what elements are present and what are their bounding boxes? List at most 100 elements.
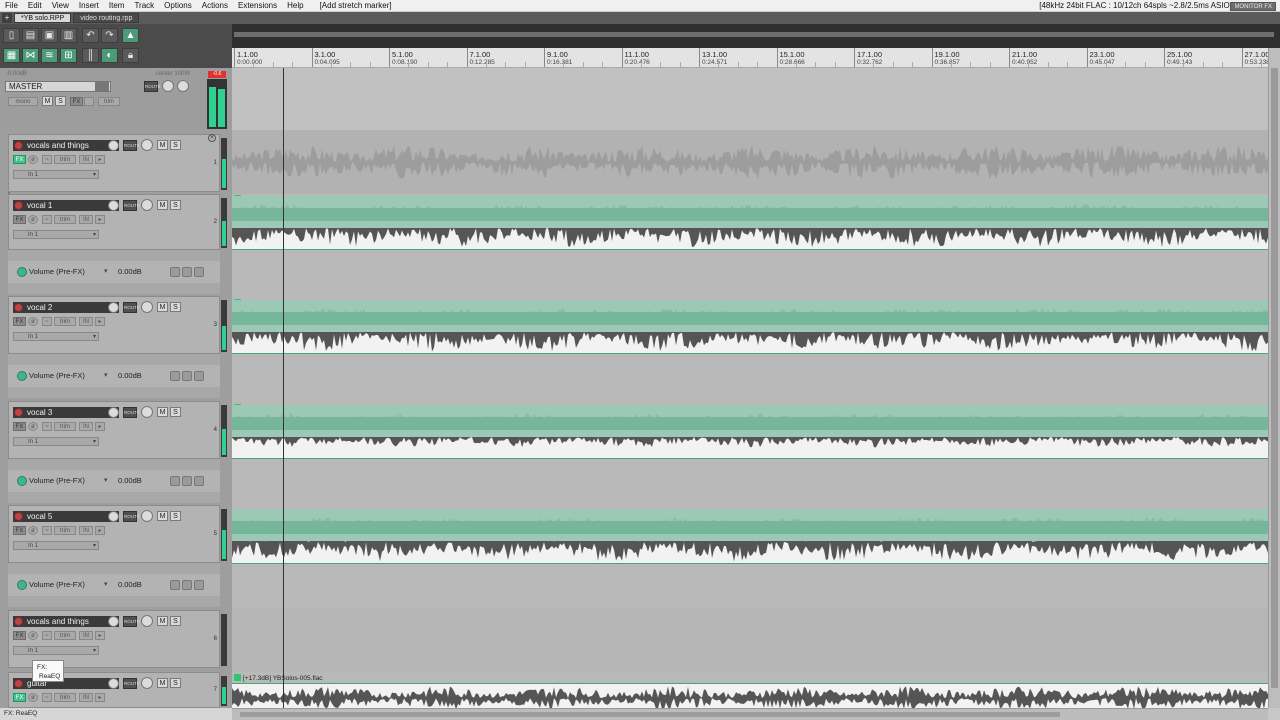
mute-button[interactable]: M (157, 407, 168, 417)
item-header[interactable]: [+17.3dB] YBSolos-005.flac (234, 674, 323, 683)
track-panel[interactable]: vocal 1 ROUTE M S FX ø trim ~ IN ▸ In 1 ▾ 2 (8, 194, 220, 250)
vertical-scrollbar[interactable] (1268, 48, 1280, 708)
pan-knob[interactable] (141, 615, 153, 627)
envelope-arm-icon[interactable] (170, 267, 180, 277)
automation-icon[interactable]: ~ (42, 422, 52, 431)
envelope-bypass-icon[interactable] (182, 476, 192, 486)
monitor-arrow-icon[interactable]: ▸ (95, 215, 105, 224)
menu-help[interactable]: Help (282, 0, 308, 12)
route-button[interactable]: ROUTE (123, 140, 140, 151)
menu-track[interactable]: Track (129, 0, 159, 12)
phase-icon[interactable]: ø (28, 317, 38, 326)
input-monitor-button[interactable]: IN (79, 155, 93, 164)
record-arm-button[interactable] (14, 617, 23, 626)
volume-knob[interactable] (108, 140, 119, 151)
record-arm-button[interactable] (14, 408, 23, 417)
record-arm-button[interactable] (14, 201, 23, 210)
solo-button[interactable]: S (170, 140, 181, 150)
solo-button[interactable]: S (170, 407, 181, 417)
arrange-view[interactable]: 1.00x[+29.0dB] YBSolos-001.flac1.00x[+31… (232, 68, 1268, 708)
envelope-icon[interactable] (17, 476, 27, 486)
menu-item[interactable]: Item (104, 0, 130, 12)
volume-knob[interactable] (108, 200, 119, 211)
record-arm-button[interactable] (14, 679, 23, 688)
envelope-lane-panel[interactable]: Volume (Pre-FX) ▾ 0.00dB (8, 459, 220, 503)
route-button[interactable]: ROUTE (123, 200, 140, 211)
envelope-icon[interactable] (17, 267, 27, 277)
metronome-icon[interactable]: ▲ (122, 28, 139, 43)
chevron-down-icon[interactable]: ▾ (104, 580, 108, 590)
automation-icon[interactable]: ~ (42, 631, 52, 640)
phase-icon[interactable]: ø (28, 693, 38, 702)
solo-button[interactable]: S (170, 616, 181, 626)
envelope-bypass-icon[interactable] (182, 580, 192, 590)
envelope-bypass-icon[interactable] (182, 267, 192, 277)
mute-button[interactable]: M (157, 678, 168, 688)
master-fx-bypass[interactable] (84, 97, 94, 106)
envelope-arm-icon[interactable] (170, 371, 180, 381)
envelope-hide-icon[interactable] (194, 371, 204, 381)
trim-button[interactable]: trim (54, 526, 76, 535)
master-volume-knob[interactable] (162, 80, 174, 92)
folder-lane[interactable] (232, 130, 1268, 194)
input-monitor-button[interactable]: IN (79, 526, 93, 535)
envelope-hide-icon[interactable] (194, 580, 204, 590)
volume-knob[interactable] (108, 616, 119, 627)
route-button[interactable]: ROUTE (123, 678, 140, 689)
menu-insert[interactable]: Insert (74, 0, 104, 12)
envelope-arm-icon[interactable] (170, 580, 180, 590)
master-mute-button[interactable]: M (42, 96, 53, 106)
trim-button[interactable]: trim (54, 155, 76, 164)
master-route-button[interactable]: ROUTE (144, 81, 161, 92)
input-monitor-button[interactable]: IN (79, 631, 93, 640)
phase-icon[interactable]: ø (28, 155, 38, 164)
redo-icon[interactable]: ↷ (101, 28, 118, 43)
chevron-down-icon[interactable]: ▾ (104, 371, 108, 381)
trim-button[interactable]: trim (54, 631, 76, 640)
envelope-hide-icon[interactable] (194, 476, 204, 486)
envelope-buttons[interactable] (170, 476, 206, 486)
record-arm-button[interactable] (14, 303, 23, 312)
tab-yb-solo[interactable]: *YB solo.RPP (14, 13, 72, 23)
volume-knob[interactable] (108, 407, 119, 418)
fx-button[interactable]: FX (13, 155, 26, 164)
media-item[interactable] (232, 683, 1268, 708)
monitor-arrow-icon[interactable]: ▸ (95, 526, 105, 535)
solo-button[interactable]: S (170, 678, 181, 688)
open-project-icon[interactable]: ▤ (22, 28, 39, 43)
menu-view[interactable]: View (47, 0, 74, 12)
envelope-lane[interactable] (232, 196, 1268, 228)
envelope-name[interactable]: Volume (Pre-FX) (29, 371, 85, 381)
track-name[interactable]: guitar (13, 678, 119, 689)
project-settings-icon[interactable]: ▥ (60, 28, 77, 43)
trim-button[interactable]: trim (54, 693, 76, 702)
mute-button[interactable]: M (157, 616, 168, 626)
item-grouping-icon[interactable]: ⋈ (22, 48, 39, 63)
track-name[interactable]: vocal 3 (13, 407, 119, 418)
track-panel[interactable]: vocal 5 ROUTE M S FX ø trim ~ IN ▸ In 1 ▾ 5 (8, 505, 220, 563)
trim-button[interactable]: trim (54, 422, 76, 431)
input-select[interactable]: In 1 ▾ (13, 646, 99, 655)
fx-button[interactable]: FX (13, 317, 26, 326)
pan-knob[interactable] (141, 510, 153, 522)
master-pan-knob[interactable] (177, 80, 189, 92)
solo-button[interactable]: S (170, 302, 181, 312)
master-track[interactable]: -0.00dB center 100W MASTER ROUTE mono M … (0, 68, 232, 130)
master-volume-fader[interactable] (95, 82, 109, 91)
timeline-ruler[interactable]: 1.1.00 0:00.000 3.1.00 0:04.095 5.1.00 0:08.1… (232, 48, 1268, 68)
mute-button[interactable]: M (157, 302, 168, 312)
envelope-lane-panel[interactable]: Volume (Pre-FX) ▾ 0.00dB (8, 563, 220, 607)
track-panel[interactable]: vocal 3 ROUTE M S FX ø trim ~ IN ▸ In 1 ▾ 4 (8, 401, 220, 459)
input-select[interactable]: In 1 ▾ (13, 170, 99, 179)
ripple-edit-icon[interactable]: ≋ (41, 48, 58, 63)
track-name[interactable]: vocals and things (13, 140, 119, 151)
lock-icon[interactable]: 🔒︎ (122, 48, 139, 63)
volume-knob[interactable] (108, 302, 119, 313)
phase-icon[interactable]: ø (28, 422, 38, 431)
master-clip-indicator[interactable]: -0.6 (208, 71, 226, 78)
automation-icon[interactable]: ~ (42, 215, 52, 224)
menu-file[interactable]: File (0, 0, 23, 12)
menu-options[interactable]: Options (159, 0, 197, 12)
route-button[interactable]: ROUTE (123, 511, 140, 522)
input-select[interactable]: In 1 ▾ (13, 437, 99, 446)
